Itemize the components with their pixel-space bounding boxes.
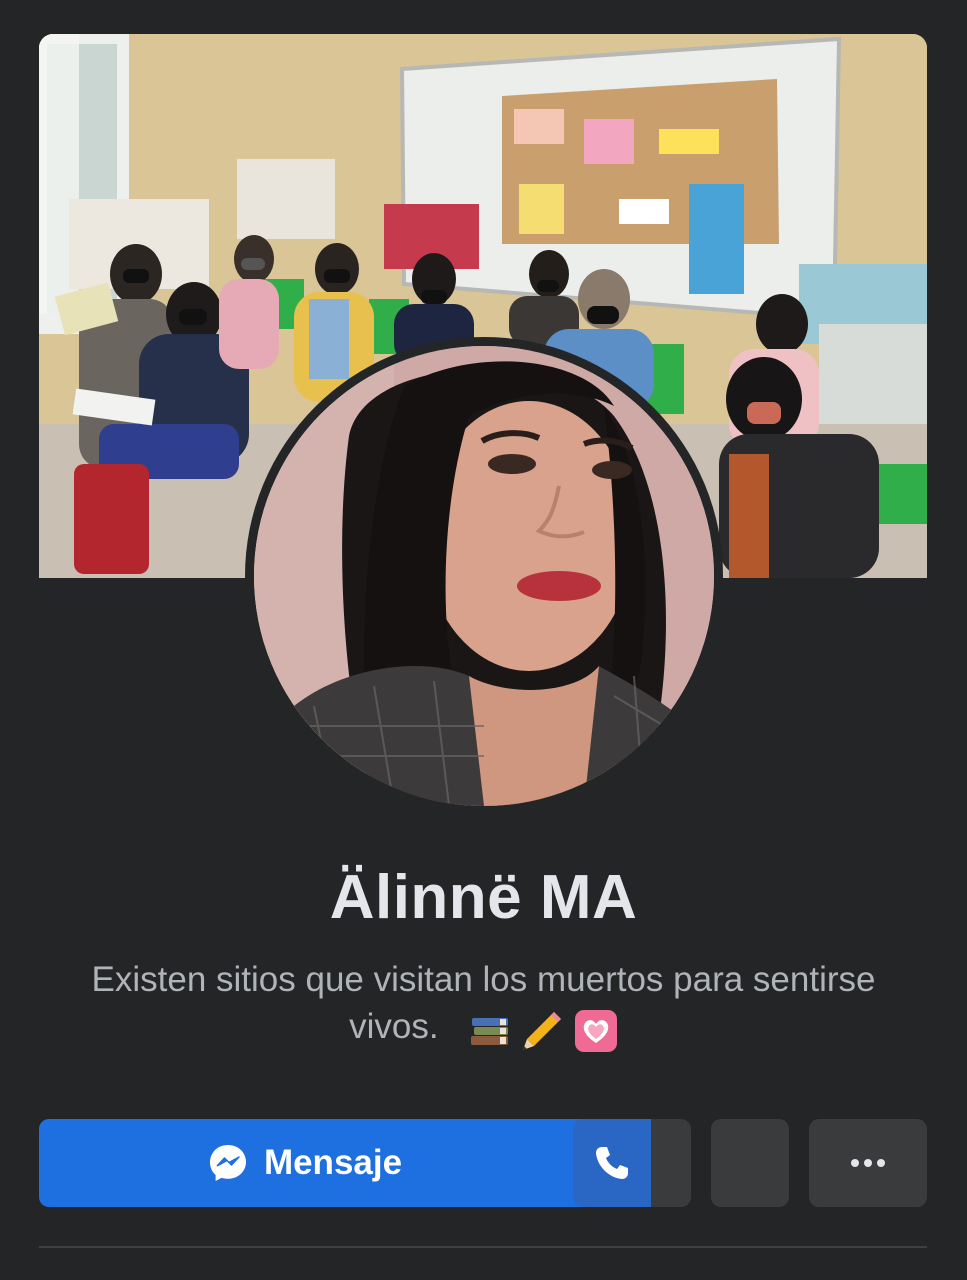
message-button-label: Mensaje — [263, 1143, 403, 1182]
pencil-emoji — [523, 1011, 562, 1050]
more-options-button[interactable] — [809, 1119, 927, 1207]
message-button[interactable]: Mensaje — [39, 1119, 651, 1207]
profile-bio: Existen sitios que visitan los muertos p… — [90, 956, 877, 1053]
profile-picture[interactable] — [254, 346, 714, 806]
books-emoji — [471, 1017, 509, 1045]
bio-emojis — [470, 1005, 617, 1053]
section-divider — [39, 1246, 927, 1248]
profile-action-button[interactable] — [711, 1119, 789, 1207]
profile-page: Älinnë MA Existen sitios que visitan los… — [0, 0, 967, 1280]
messenger-icon — [209, 1145, 246, 1181]
more-horizontal-icon — [851, 1159, 885, 1167]
phone-icon — [596, 1147, 628, 1179]
profile-name: Älinnë MA — [329, 863, 638, 932]
call-button[interactable] — [573, 1119, 651, 1207]
heart-emoji — [574, 1009, 617, 1052]
